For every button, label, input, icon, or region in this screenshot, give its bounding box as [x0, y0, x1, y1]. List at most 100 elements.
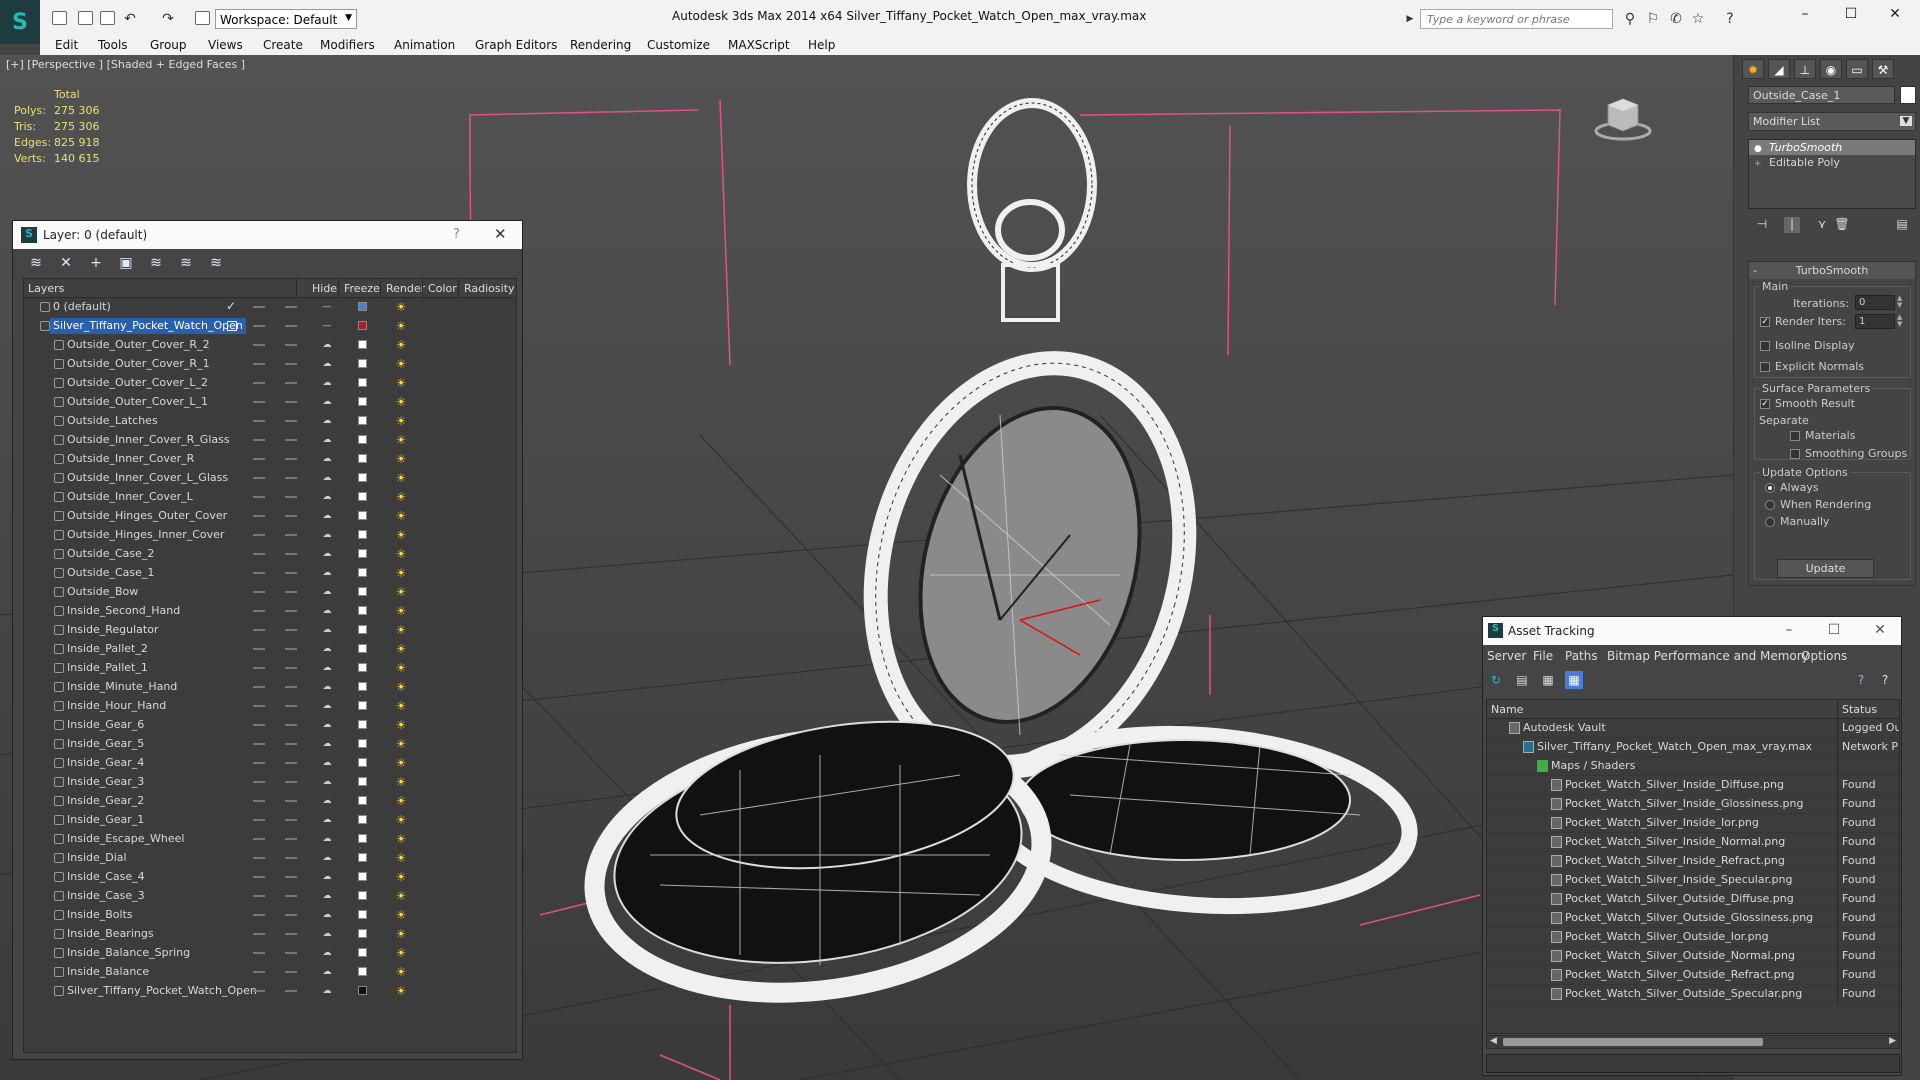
viewcube-icon[interactable] [1593, 93, 1653, 143]
layer-row[interactable]: Inside_Case_3 ☁ ☀ [24, 887, 516, 906]
radiosity-icon[interactable]: ☀ [394, 756, 408, 770]
layer-name[interactable]: Inside_Case_4 [64, 869, 148, 885]
layer-color-swatch[interactable] [358, 701, 367, 710]
render-teapot-icon[interactable]: ☁ [322, 492, 332, 502]
column-header-color[interactable]: Color [428, 282, 457, 295]
render-teapot-icon[interactable]: ☁ [322, 929, 332, 939]
render-teapot-icon[interactable]: ☁ [322, 720, 332, 730]
layer-color-swatch[interactable] [358, 758, 367, 767]
hide-toggle[interactable] [253, 762, 265, 764]
layer-color-swatch[interactable] [358, 511, 367, 520]
layer-name[interactable]: Inside_Pallet_2 [64, 641, 151, 657]
layer-color-swatch[interactable] [358, 853, 367, 862]
freeze-toggle[interactable] [285, 686, 297, 688]
layer-row[interactable]: Outside_Case_2 ☁ ☀ [24, 545, 516, 564]
radiosity-icon[interactable]: ☀ [394, 604, 408, 618]
layer-row[interactable]: Inside_Hour_Hand ☁ ☀ [24, 697, 516, 716]
column-header-layers[interactable]: Layers [28, 282, 64, 295]
hierarchy-tab-icon[interactable]: ⊥ [1794, 59, 1816, 79]
layer-name[interactable]: Outside_Hinges_Outer_Cover [64, 508, 230, 524]
asset-menu-file[interactable]: File [1533, 649, 1553, 663]
asset-row[interactable]: Pocket_Watch_Silver_Inside_Diffuse.png Fo… [1487, 776, 1899, 795]
layer-name[interactable]: Outside_Outer_Cover_L_2 [64, 375, 211, 391]
radiosity-icon[interactable]: ☀ [394, 414, 408, 428]
display-tab-icon[interactable]: ▭ [1846, 59, 1868, 79]
layer-name[interactable]: Inside_Dial [64, 850, 130, 866]
layer-color-swatch[interactable] [358, 378, 367, 387]
render-teapot-icon[interactable]: ☁ [322, 815, 332, 825]
layer-name[interactable]: Inside_Case_3 [64, 888, 148, 904]
hide-toggle[interactable] [253, 306, 265, 308]
radiosity-icon[interactable]: ☀ [394, 737, 408, 751]
layer-name[interactable]: Inside_Minute_Hand [64, 679, 180, 695]
layer-row[interactable]: Outside_Inner_Cover_L_Glass ☁ ☀ [24, 469, 516, 488]
redo-icon[interactable]: ↷ [160, 11, 176, 27]
layer-name[interactable]: Inside_Gear_1 [64, 812, 147, 828]
render-teapot-icon[interactable]: ☁ [322, 758, 332, 768]
asset-row[interactable]: Pocket_Watch_Silver_Inside_Normal.png Fou… [1487, 833, 1899, 852]
render-teapot-icon[interactable]: ☁ [322, 340, 332, 350]
hide-toggle[interactable] [253, 591, 265, 593]
table-view-icon[interactable]: ▦ [1565, 671, 1583, 689]
render-teapot-icon[interactable]: ☁ [322, 511, 332, 521]
subscription-icon[interactable]: ⚐ [1645, 11, 1661, 27]
hide-toggle[interactable] [253, 439, 265, 441]
hide-toggle[interactable] [253, 933, 265, 935]
spinner-arrows-icon[interactable]: ▲ ▼ [1897, 295, 1905, 310]
radiosity-icon[interactable]: ☀ [394, 775, 408, 789]
render-teapot-icon[interactable]: ☁ [322, 891, 332, 901]
thumbnail-view-icon[interactable]: ▦ [1539, 671, 1557, 689]
hide-toggle[interactable] [253, 914, 265, 916]
layer-name[interactable]: Inside_Gear_6 [64, 717, 147, 733]
radiosity-icon[interactable]: ☀ [394, 965, 408, 979]
layer-name[interactable]: Inside_Regulator [64, 622, 162, 638]
scroll-left-icon[interactable]: ◀ [1490, 1036, 1497, 1046]
hide-toggle[interactable] [253, 971, 265, 973]
freeze-toggle[interactable] [285, 477, 297, 479]
layer-row[interactable]: Inside_Gear_1 ☁ ☀ [24, 811, 516, 830]
menu-rendering[interactable]: Rendering [570, 38, 631, 52]
layer-color-swatch[interactable] [358, 986, 367, 995]
layer-row[interactable]: Inside_Second_Hand ☁ ☀ [24, 602, 516, 621]
render-iters-spinner[interactable]: 1 [1855, 314, 1895, 329]
layer-row[interactable]: Outside_Inner_Cover_R ☁ ☀ [24, 450, 516, 469]
layer-color-swatch[interactable] [358, 796, 367, 805]
layer-row[interactable]: Outside_Outer_Cover_L_2 ☁ ☀ [24, 374, 516, 393]
hide-toggle[interactable] [253, 477, 265, 479]
freeze-toggle[interactable] [285, 420, 297, 422]
menu-help[interactable]: Help [808, 38, 835, 52]
asset-menu-options[interactable]: Options [1801, 649, 1847, 663]
render-teapot-icon[interactable]: ☁ [322, 568, 332, 578]
render-teapot-icon[interactable]: ☁ [322, 473, 332, 483]
layer-row[interactable]: Inside_Regulator ☁ ☀ [24, 621, 516, 640]
freeze-toggle[interactable] [285, 458, 297, 460]
minimize-icon[interactable]: – [1778, 622, 1800, 638]
radiosity-icon[interactable]: ☀ [394, 642, 408, 656]
update-button[interactable]: Update [1777, 559, 1874, 578]
column-header-name[interactable]: Name [1491, 703, 1523, 716]
layer-row[interactable]: Inside_Gear_2 ☁ ☀ [24, 792, 516, 811]
freeze-toggle[interactable] [285, 933, 297, 935]
radiosity-icon[interactable]: ☀ [394, 376, 408, 390]
layer-name[interactable]: Outside_Outer_Cover_R_1 [64, 356, 213, 372]
layer-name[interactable]: Outside_Inner_Cover_L_Glass [64, 470, 231, 486]
hide-toggle[interactable] [253, 819, 265, 821]
freeze-toggle[interactable] [285, 952, 297, 954]
hide-toggle[interactable] [253, 325, 265, 327]
undo-icon[interactable]: ↶ [122, 11, 138, 27]
freeze-toggle[interactable] [285, 572, 297, 574]
hide-toggle[interactable] [253, 800, 265, 802]
menu-customize[interactable]: Customize [647, 38, 710, 52]
layer-row[interactable]: Inside_Bearings ☁ ☀ [24, 925, 516, 944]
explicit-normals-checkbox[interactable] [1760, 362, 1770, 372]
radiosity-icon[interactable]: ☀ [394, 490, 408, 504]
layer-name[interactable]: Outside_Outer_Cover_R_2 [64, 337, 213, 353]
expand-plus-icon[interactable]: + [1754, 157, 1762, 169]
layer-color-swatch[interactable] [358, 872, 367, 881]
layer-color-swatch[interactable] [358, 302, 367, 311]
create-layer-icon[interactable]: ≋ [27, 254, 45, 272]
layer-row[interactable]: Outside_Inner_Cover_R_Glass ☁ ☀ [24, 431, 516, 450]
refresh-icon[interactable]: ↻ [1487, 671, 1505, 689]
layer-name[interactable]: Outside_Latches [64, 413, 161, 429]
asset-row[interactable]: Pocket_Watch_Silver_Outside_Normal.png Fo… [1487, 947, 1899, 966]
